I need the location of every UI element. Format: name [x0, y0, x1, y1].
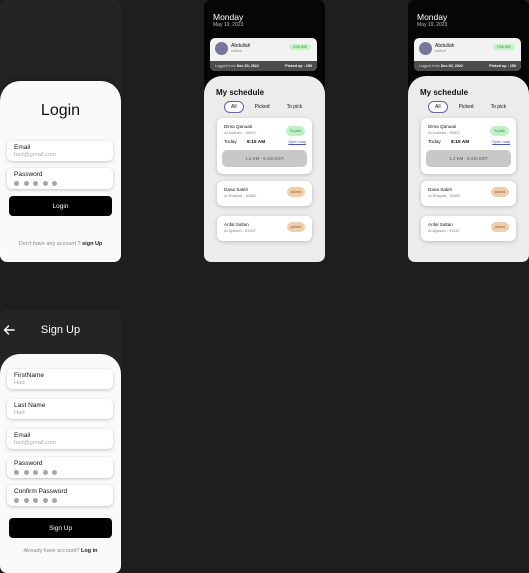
lastname-label: Last Name: [14, 402, 46, 409]
signup-link[interactable]: sign Up: [82, 241, 102, 247]
avatar: [215, 42, 228, 55]
card-address: Al-Ajawed - 51287: [224, 228, 256, 233]
password-dots: [14, 181, 57, 186]
user-stats-bar: Logged from Dec 30, 2022 Picked up : 150: [414, 61, 521, 71]
card-name: Dima Qanuati: [428, 124, 457, 129]
status-badge: picked: [286, 222, 305, 232]
schedule-card[interactable]: Dima Qanuati Al-Naimen - 50637 To pick T…: [217, 118, 312, 174]
firstname-label: FirstName: [14, 372, 44, 379]
schedule-screen: Monday May 19, 2023 Abdullah rsktive ONL…: [204, 0, 325, 262]
password-field[interactable]: Password: [7, 168, 113, 189]
open-map-link[interactable]: Open map: [288, 140, 306, 144]
card-name: Anfal Sultan: [428, 222, 453, 227]
user-card: Abdullah rsktive ONLINE Logged from Dec …: [414, 38, 521, 71]
day-label: Monday: [213, 12, 244, 22]
signup-email-value: had@gmail.com: [14, 440, 56, 446]
signup-password-dots: [14, 470, 57, 475]
login-link[interactable]: Log in: [81, 548, 98, 554]
confirm-password-field[interactable]: Confirm Password: [7, 485, 113, 506]
signup-email-field[interactable]: Email had@gmail.com: [7, 429, 113, 449]
schedule-heading: My schedule: [216, 88, 265, 97]
login-prompt: Already have account? Log in: [23, 548, 98, 554]
card-time: 8:15 AM: [451, 140, 470, 145]
signup-prompt: Don't have any account ? sign Up: [18, 241, 103, 247]
signup-title: Sign Up: [40, 324, 81, 336]
picked-count: Picked up : 150: [489, 64, 516, 68]
user-stats-bar: Logged from Dec 30, 2022 Picked up : 150: [210, 61, 317, 71]
filter-tabs: All Picked To pick: [428, 101, 512, 113]
login-sheet: Login Email had@gmail.com Password Login…: [0, 81, 121, 262]
firstname-value: Had: [14, 380, 25, 386]
confirm-password-label: Confirm Password: [14, 488, 68, 495]
user-role: rsktive: [231, 49, 242, 53]
login-title: Login: [40, 102, 81, 119]
tab-all[interactable]: All: [224, 101, 244, 113]
lastname-value: Had: [14, 410, 25, 416]
schedule-screen: Monday May 19, 2023 Abdullah rsktive ONL…: [408, 0, 529, 262]
card-name: Dima Qanuati: [224, 124, 253, 129]
email-value: had@gmail.com: [14, 152, 56, 158]
schedule-card[interactable]: Dana Saleh Al-Rhayad - 50682 picked: [421, 181, 516, 206]
user-role: rsktive: [435, 49, 446, 53]
user-card: Abdullah rsktive ONLINE Logged from Dec …: [210, 38, 317, 71]
logged-from: Logged from Dec 30, 2022: [215, 64, 259, 68]
login-screen: Login Email had@gmail.com Password Login…: [0, 0, 121, 262]
schedule-card[interactable]: Dana Saleh Al-Rhayad - 50682 picked: [217, 181, 312, 206]
status-badge: picked: [490, 222, 509, 232]
card-address: Al-Naimen - 50637: [428, 130, 461, 135]
avatar: [419, 42, 432, 55]
day-label: Monday: [417, 12, 448, 22]
schedule-card[interactable]: Anfal Sultan Al-Ajawed - 51287 picked: [217, 216, 312, 241]
signup-email-label: Email: [14, 432, 31, 439]
status-badge: To pick: [285, 126, 305, 136]
login-button[interactable]: Login: [9, 196, 112, 216]
logged-from: Logged from Dec 30, 2022: [419, 64, 463, 68]
card-address: Al-Rhayad - 50682: [224, 193, 257, 198]
status-badge: To pick: [489, 126, 509, 136]
signup-button[interactable]: Sign Up: [9, 518, 112, 538]
signup-sheet: FirstName Had Last Name Had Email had@gm…: [0, 354, 121, 573]
tab-all[interactable]: All: [428, 101, 448, 113]
card-name: Anfal Sultan: [224, 222, 249, 227]
tab-picked[interactable]: Picked: [249, 102, 276, 112]
status-badge: picked: [490, 187, 509, 197]
schedule-panel: My schedule All Picked To pick Dima Qanu…: [204, 76, 325, 262]
password-label: Password: [14, 171, 43, 178]
card-address: Al-Ajawed - 51287: [428, 228, 460, 233]
status-badge: ONLINE: [288, 44, 311, 50]
open-map-link[interactable]: Open map: [492, 140, 510, 144]
card-name: Dana Saleh: [224, 187, 249, 192]
schedule-heading: My schedule: [420, 88, 469, 97]
date-label: May 19, 2023: [417, 22, 448, 28]
signup-screen: Sign Up FirstName Had Last Name Had Emai…: [0, 310, 121, 573]
email-field[interactable]: Email had@gmail.com: [7, 141, 113, 161]
card-address: Al-Rhayad - 50682: [428, 193, 461, 198]
confirm-password-dots: [14, 498, 57, 503]
firstname-field[interactable]: FirstName Had: [7, 369, 113, 389]
card-day: Today: [224, 140, 237, 145]
tab-picked[interactable]: Picked: [453, 102, 480, 112]
card-address: Al-Naimen - 50637: [224, 130, 257, 135]
distance-info: 1.2 KM - 5 min EST: [426, 150, 511, 167]
schedule-card[interactable]: Dima Qanuati Al-Naimen - 50637 To pick T…: [421, 118, 516, 174]
status-badge: ONLINE: [492, 44, 515, 50]
schedule-card[interactable]: Anfal Sultan Al-Ajawed - 51287 picked: [421, 216, 516, 241]
card-time: 8:15 AM: [247, 140, 266, 145]
schedule-panel: My schedule All Picked To pick Dima Qanu…: [408, 76, 529, 262]
date-label: May 19, 2023: [213, 22, 244, 28]
status-badge: picked: [286, 187, 305, 197]
card-name: Dana Saleh: [428, 187, 453, 192]
email-label: Email: [14, 144, 31, 151]
signup-password-label: Password: [14, 460, 43, 467]
picked-count: Picked up : 150: [285, 64, 312, 68]
tab-to-pick[interactable]: To pick: [281, 102, 309, 112]
card-day: Today: [428, 140, 441, 145]
lastname-field[interactable]: Last Name Had: [7, 399, 113, 419]
signup-password-field[interactable]: Password: [7, 457, 113, 478]
distance-info: 1.2 KM - 5 min EST: [222, 150, 307, 167]
tab-to-pick[interactable]: To pick: [485, 102, 513, 112]
filter-tabs: All Picked To pick: [224, 101, 308, 113]
